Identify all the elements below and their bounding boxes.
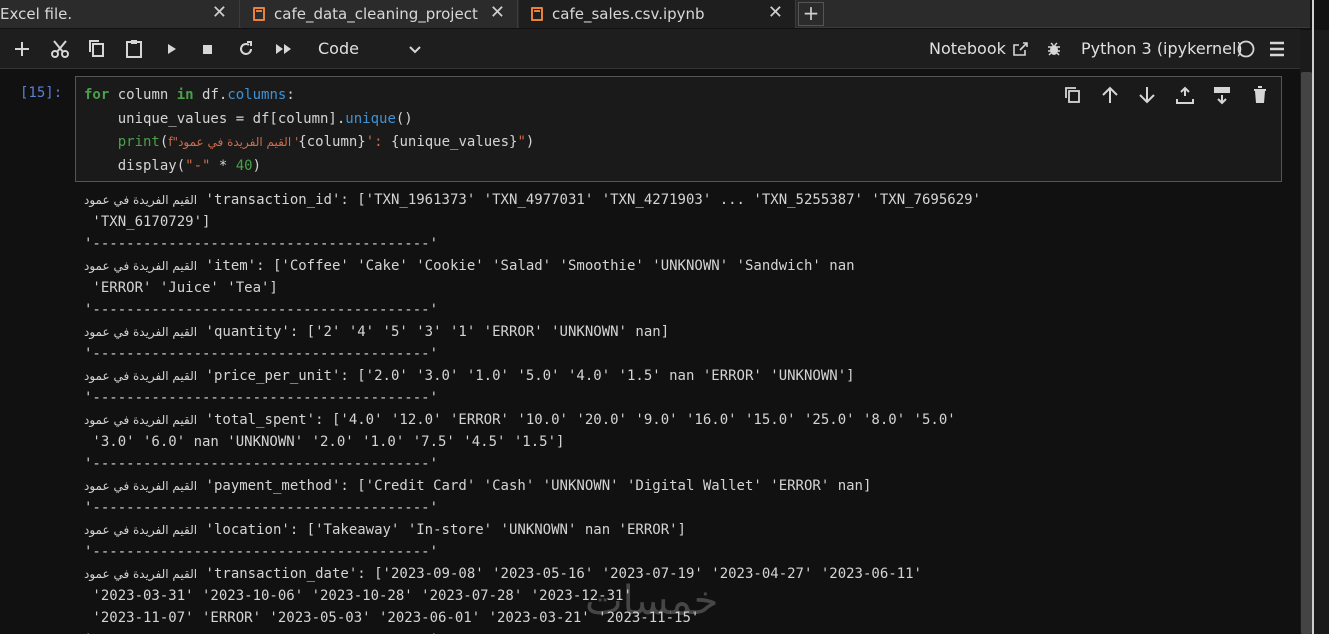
code-line: display("-" * 40) (84, 157, 262, 174)
output-line: القيم الفريدة في عمود 'item': ['Coffee' … (84, 255, 1294, 277)
run-button[interactable] (163, 37, 181, 61)
output-line: القيم الفريدة في عمود 'payment_method': … (84, 475, 1294, 497)
notebook-toolbar: Code Notebook Python 3 (ipykernel) (0, 29, 1300, 69)
insert-below-icon[interactable] (1211, 84, 1233, 106)
close-icon[interactable]: ✕ (490, 3, 505, 23)
kernel-status-icon (1236, 37, 1256, 61)
fast-forward-icon (276, 44, 291, 54)
chevron-down-icon[interactable] (407, 39, 423, 63)
move-down-icon[interactable] (1136, 84, 1158, 106)
tab-cafe-data-cleaning-project[interactable]: cafe_data_cleaning_project ✕ (241, 0, 518, 28)
add-tab-button[interactable]: + (798, 2, 824, 26)
cell-output: القيم الفريدة في عمود 'transaction_id': … (84, 189, 1294, 634)
kernel-name[interactable]: Python 3 (ipykernel) (1081, 37, 1243, 61)
output-values: 'total_spent': ['4.0' '12.0' 'ERROR' '10… (197, 412, 956, 428)
code-line: print(f"القيم الفريدة في عمود '{column}'… (117, 134, 535, 150)
cut-button[interactable] (49, 37, 71, 61)
output-line: القيم الفريدة في عمود 'quantity': ['2' '… (84, 321, 1294, 343)
code-editor[interactable]: for column in df.columns: unique_values … (84, 84, 534, 178)
run-all-button[interactable] (273, 37, 295, 61)
output-separator: '---------------------------------------… (84, 346, 439, 362)
duplicate-cell-icon[interactable] (1062, 84, 1084, 106)
move-up-icon[interactable] (1099, 84, 1121, 106)
output-prefix: القيم الفريدة في عمود (84, 479, 198, 493)
output-values: 'quantity': ['2' '4' '5' '3' '1' 'ERROR'… (197, 324, 670, 340)
close-icon[interactable]: ✕ (768, 3, 783, 23)
watermark-logo: خمسات (585, 578, 719, 624)
restart-button[interactable] (236, 37, 256, 61)
bug-icon[interactable] (1045, 37, 1063, 61)
tab-cafe-sales-notebook[interactable]: cafe_sales.csv.ipynb ✕ (519, 0, 796, 28)
external-link-icon[interactable] (1011, 37, 1029, 61)
output-line: القيم الفريدة في عمود 'total_spent': ['4… (84, 409, 1294, 431)
notebook-icon (531, 7, 543, 21)
output-separator: '---------------------------------------… (84, 302, 439, 318)
output-values: 'payment_method': ['Credit Card' 'Cash' … (197, 478, 872, 494)
delete-cell-icon[interactable] (1249, 84, 1271, 106)
menu-icon[interactable] (1267, 37, 1287, 61)
notebook-label: Notebook (929, 39, 1006, 58)
output-line-continued: 'TXN_6170729'] (84, 214, 211, 230)
output-separator: '---------------------------------------… (84, 456, 439, 472)
scrollbar-thumb[interactable] (1301, 72, 1312, 634)
output-values: 'price_per_unit': ['2.0' '3.0' '1.0' '5.… (197, 368, 855, 384)
insert-above-icon[interactable] (1174, 84, 1196, 106)
open-notebook-button[interactable]: Notebook (929, 37, 1006, 61)
close-icon[interactable]: ✕ (212, 3, 227, 23)
output-separator: '---------------------------------------… (84, 544, 439, 560)
cell-toolbar (1062, 84, 1272, 108)
tab-label: cafe_sales.csv.ipynb (552, 5, 705, 23)
tab-excel-file[interactable]: Excel file. ✕ (0, 0, 240, 28)
scissors-icon (51, 40, 69, 58)
plus-icon (15, 42, 29, 56)
tab-bar: Excel file. ✕ cafe_data_cleaning_project… (0, 0, 1310, 28)
kernel-label: Python 3 (ipykernel) (1081, 39, 1243, 58)
output-prefix: القيم الفريدة في عمود (84, 369, 198, 383)
output-prefix: القيم الفريدة في عمود (84, 523, 198, 537)
output-values: 'transaction_id': ['TXN_1961373' 'TXN_49… (197, 192, 981, 208)
tab-label: cafe_data_cleaning_project (274, 5, 478, 23)
copy-icon (89, 40, 104, 57)
output-prefix: القيم الفريدة في عمود (84, 567, 198, 581)
tab-label: Excel file. (0, 5, 73, 23)
window-edge (1312, 0, 1314, 634)
output-separator: '---------------------------------------… (84, 500, 439, 516)
output-line: القيم الفريدة في عمود 'price_per_unit': … (84, 365, 1294, 387)
output-prefix: القيم الفريدة في عمود (84, 325, 198, 339)
paste-button[interactable] (124, 37, 144, 61)
output-separator: '---------------------------------------… (84, 629, 1294, 634)
add-cell-button[interactable] (12, 37, 32, 61)
refresh-icon (240, 41, 252, 55)
output-line: القيم الفريدة في عمود 'transaction_id': … (84, 189, 1294, 211)
output-prefix: القيم الفريدة في عمود (84, 193, 198, 207)
output-values: 'item': ['Coffee' 'Cake' 'Cookie' 'Salad… (197, 258, 855, 274)
stop-button[interactable] (199, 37, 217, 61)
output-line: القيم الفريدة في عمود 'location': ['Take… (84, 519, 1294, 541)
output-values: 'transaction_date': ['2023-09-08' '2023-… (197, 566, 922, 582)
play-icon (168, 44, 176, 54)
notebook-icon (253, 7, 265, 21)
execution-count: [15]: (20, 85, 63, 101)
cell-type-select[interactable]: Code (318, 37, 359, 61)
output-values: 'location': ['Takeaway' 'In-store' 'UNKN… (197, 522, 686, 538)
stop-icon (203, 45, 212, 54)
code-line: unique_values = df[column].unique() (84, 110, 413, 127)
output-separator: '---------------------------------------… (84, 236, 439, 252)
output-prefix: القيم الفريدة في عمود (84, 259, 198, 273)
copy-button[interactable] (87, 37, 107, 61)
output-separator: '---------------------------------------… (84, 390, 439, 406)
output-line-continued: '3.0' '6.0' nan 'UNKNOWN' '2.0' '1.0' '7… (84, 434, 565, 450)
clipboard-icon (126, 40, 142, 58)
output-prefix: القيم الفريدة في عمود (84, 413, 198, 427)
code-line: for column in df.columns: (84, 87, 295, 103)
output-line-continued: 'ERROR' 'Juice' 'Tea'] (84, 280, 278, 296)
